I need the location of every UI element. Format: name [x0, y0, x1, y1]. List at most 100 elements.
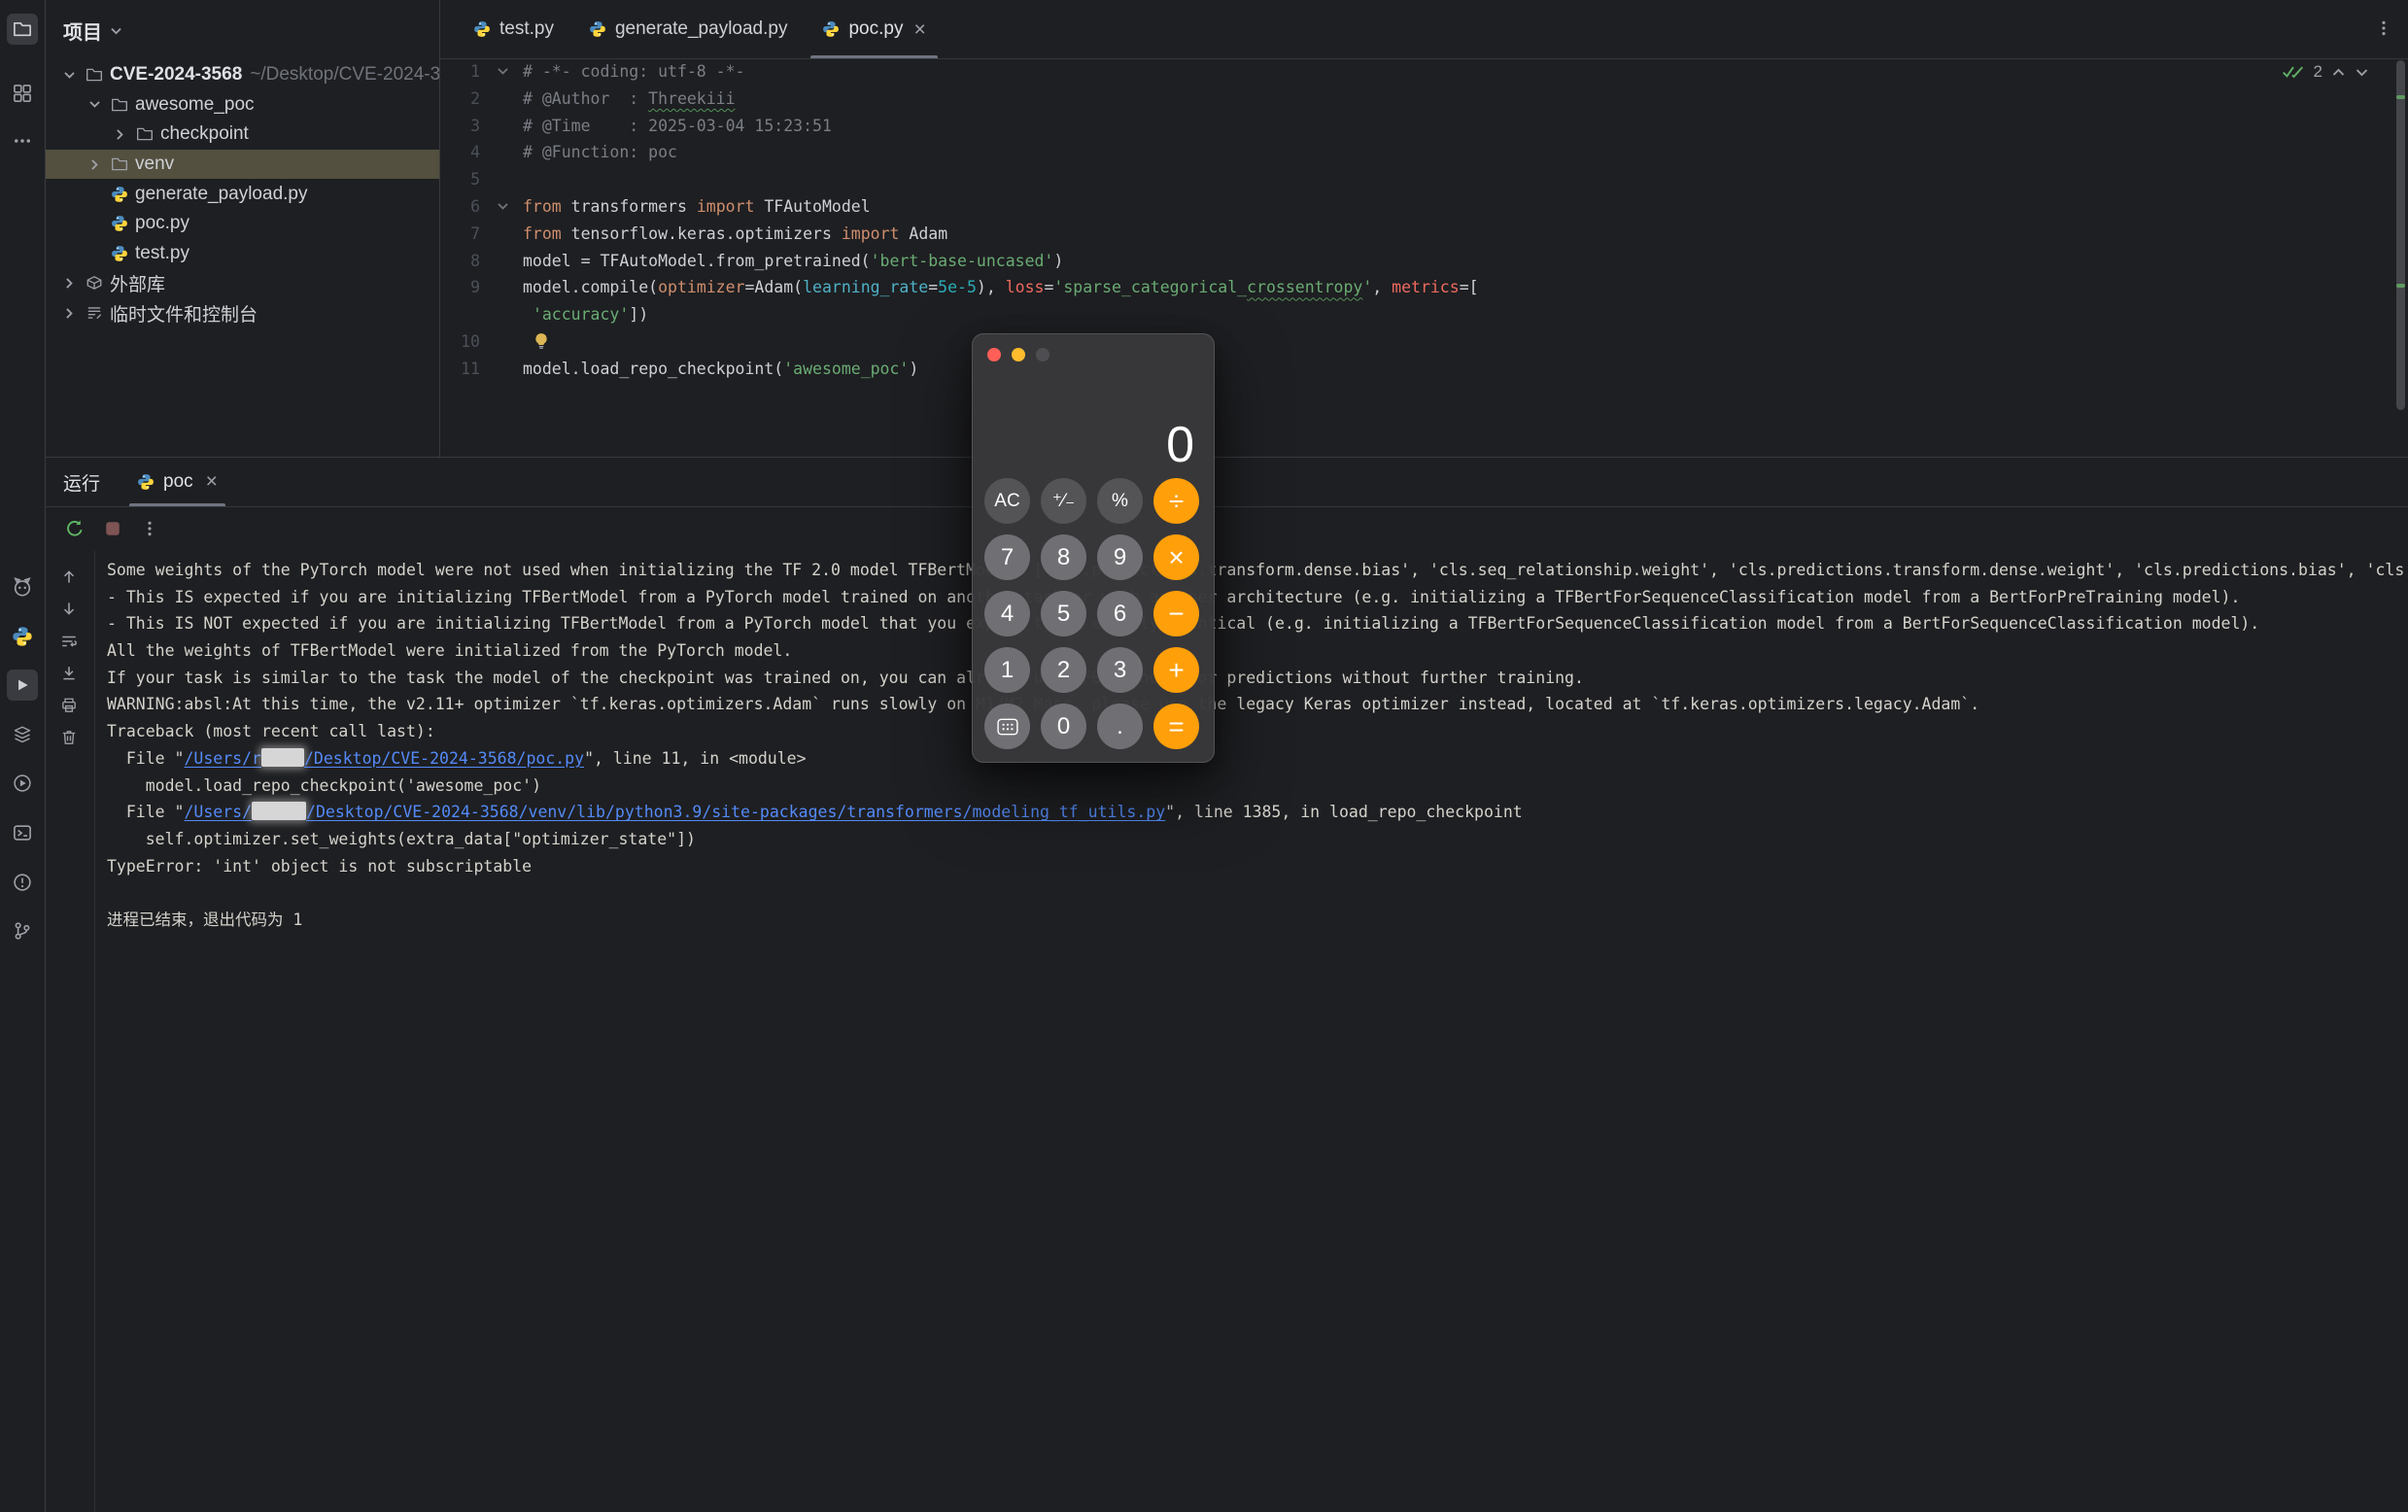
tree-item-external-libraries[interactable]: 外部库 [46, 268, 439, 298]
keypad-button[interactable] [984, 704, 1030, 749]
tree-item-generate-payload-py[interactable]: generate_payload.py [46, 179, 439, 209]
python-packages-tool-button[interactable] [7, 621, 38, 652]
problems-tool-button[interactable] [7, 867, 38, 898]
multiply-button[interactable]: × [1153, 534, 1199, 580]
down-stack-trace-icon[interactable] [60, 600, 80, 619]
more-icon[interactable] [141, 520, 158, 537]
line-number[interactable]: 7 [440, 221, 523, 248]
line-number[interactable]: 9 [440, 274, 523, 301]
add-button[interactable]: + [1153, 647, 1199, 693]
chevron-collapsed-icon[interactable] [108, 128, 131, 141]
up-stack-trace-icon[interactable] [60, 568, 80, 588]
tree-item-test-py[interactable]: test.py [46, 239, 439, 269]
digit-2-button[interactable]: 2 [1041, 647, 1086, 693]
tree-item-scratches[interactable]: 临时文件和控制台 [46, 298, 439, 328]
digit-4-button[interactable]: 4 [984, 591, 1030, 636]
redacted-text [261, 748, 304, 767]
inspections-widget[interactable]: 2 [2282, 62, 2369, 82]
code-editor[interactable]: 1# -*- coding: utf-8 -*-2# @Author : Thr… [440, 58, 2408, 457]
inspection-count: 2 [2314, 62, 2322, 82]
tree-item-checkpoint[interactable]: checkpoint [46, 120, 439, 150]
more-tools-button[interactable] [7, 125, 38, 156]
error-stripe-mark[interactable] [2396, 284, 2405, 288]
tree-item-path: ~/Desktop/CVE-2024-35 [250, 64, 440, 86]
tree-item-awesome-poc[interactable]: awesome_poc [46, 90, 439, 120]
plus-minus-button[interactable]: ⁺⁄₋ [1041, 478, 1086, 524]
stacktrace-file-link[interactable]: /Desktop/CVE-2024-3568/poc.py [304, 749, 584, 768]
chevron-down-icon[interactable] [110, 24, 122, 37]
prev-problem-icon[interactable] [2331, 67, 2346, 78]
intention-bulb-icon[interactable] [533, 332, 550, 350]
line-number[interactable]: 11 [440, 356, 523, 383]
chevron-collapsed-icon[interactable] [57, 307, 81, 320]
chevron-collapsed-icon[interactable] [57, 277, 81, 290]
chevron-collapsed-icon[interactable] [83, 158, 106, 171]
services-tool-button[interactable] [7, 719, 38, 750]
run-tool-button[interactable] [7, 670, 38, 701]
fold-arrow-icon[interactable] [497, 200, 509, 213]
stop-icon[interactable] [104, 520, 121, 537]
line-number[interactable]: 4 [440, 139, 523, 166]
close-tab-icon[interactable]: × [913, 19, 925, 40]
tab-poc-py[interactable]: poc.py × [805, 0, 943, 58]
project-tool-button[interactable] [7, 14, 38, 45]
digit-1-button[interactable]: 1 [984, 647, 1030, 693]
tab-bar-more-icon[interactable] [2375, 19, 2392, 37]
rerun-icon[interactable] [65, 519, 85, 538]
tree-item-cve-2024-3568[interactable]: CVE-2024-3568 ~/Desktop/CVE-2024-35 [46, 60, 439, 90]
line-number[interactable]: 3 [440, 113, 523, 140]
terminal-tool-button[interactable] [7, 817, 38, 848]
calculator-window[interactable]: 0 AC⁺⁄₋%÷789×456−123+0.= [972, 333, 1215, 763]
clear-all-icon[interactable] [60, 729, 80, 748]
chevron-expanded-icon[interactable] [57, 69, 81, 82]
tree-item-poc-py[interactable]: poc.py [46, 209, 439, 239]
digit-3-button[interactable]: 3 [1097, 647, 1143, 693]
structure-tool-button[interactable] [7, 78, 38, 109]
digit-8-button[interactable]: 8 [1041, 534, 1086, 580]
run-tab-poc[interactable]: poc × [127, 458, 227, 506]
digit-6-button[interactable]: 6 [1097, 591, 1143, 636]
ac-button[interactable]: AC [984, 478, 1030, 524]
console-line: File "/Users//Desktop/CVE-2024-3568/venv… [107, 799, 2408, 826]
ai-assistant-tool-button[interactable] [7, 571, 38, 602]
version-control-tool-button[interactable] [7, 915, 38, 946]
divide-button[interactable]: ÷ [1153, 478, 1199, 524]
print-icon[interactable] [60, 697, 80, 716]
chevron-expanded-icon[interactable] [83, 98, 106, 111]
line-number[interactable]: 1 [440, 58, 523, 86]
line-number[interactable]: 8 [440, 248, 523, 275]
line-number[interactable]: 10 [440, 328, 523, 356]
python-console-tool-button[interactable] [7, 768, 38, 799]
equals-button[interactable]: = [1153, 704, 1199, 749]
close-window-button[interactable] [987, 348, 1001, 361]
soft-wrap-icon[interactable] [60, 633, 80, 652]
next-problem-icon[interactable] [2355, 67, 2369, 78]
digit-7-button[interactable]: 7 [984, 534, 1030, 580]
fold-arrow-icon[interactable] [497, 65, 509, 78]
line-number[interactable]: 6 [440, 193, 523, 221]
subtract-button[interactable]: − [1153, 591, 1199, 636]
scroll-to-end-icon[interactable] [60, 665, 80, 684]
tree-item-venv[interactable]: venv [46, 150, 439, 180]
error-stripe-mark[interactable] [2396, 95, 2405, 99]
digit-9-button[interactable]: 9 [1097, 534, 1143, 580]
decimal-point-button[interactable]: . [1097, 704, 1143, 749]
close-tab-icon[interactable]: × [206, 470, 218, 494]
minimize-window-button[interactable] [1012, 348, 1025, 361]
digit-5-button[interactable]: 5 [1041, 591, 1086, 636]
line-number[interactable]: 5 [440, 166, 523, 193]
stacktrace-file-link[interactable]: /Desktop/CVE-2024-3568/venv/lib/python3.… [306, 803, 1165, 821]
editor-scrollbar[interactable] [2396, 60, 2405, 410]
line-number[interactable]: 2 [440, 86, 523, 113]
digit-0-button[interactable]: 0 [1041, 704, 1086, 749]
run-console[interactable]: Some weights of the PyTorch model were n… [107, 557, 2408, 1512]
stacktrace-file-link[interactable]: /Users/r [184, 749, 260, 768]
tab-test-py[interactable]: test.py [456, 0, 571, 58]
tab-generate-payload-py[interactable]: generate_payload.py [571, 0, 805, 58]
code-line: 1# -*- coding: utf-8 -*- [440, 58, 2408, 86]
folder-icon [106, 96, 132, 114]
stacktrace-file-link[interactable]: /Users/ [184, 803, 252, 821]
line-number[interactable] [440, 301, 523, 328]
project-panel-title[interactable]: 项目 [63, 17, 102, 45]
percent-button[interactable]: % [1097, 478, 1143, 524]
